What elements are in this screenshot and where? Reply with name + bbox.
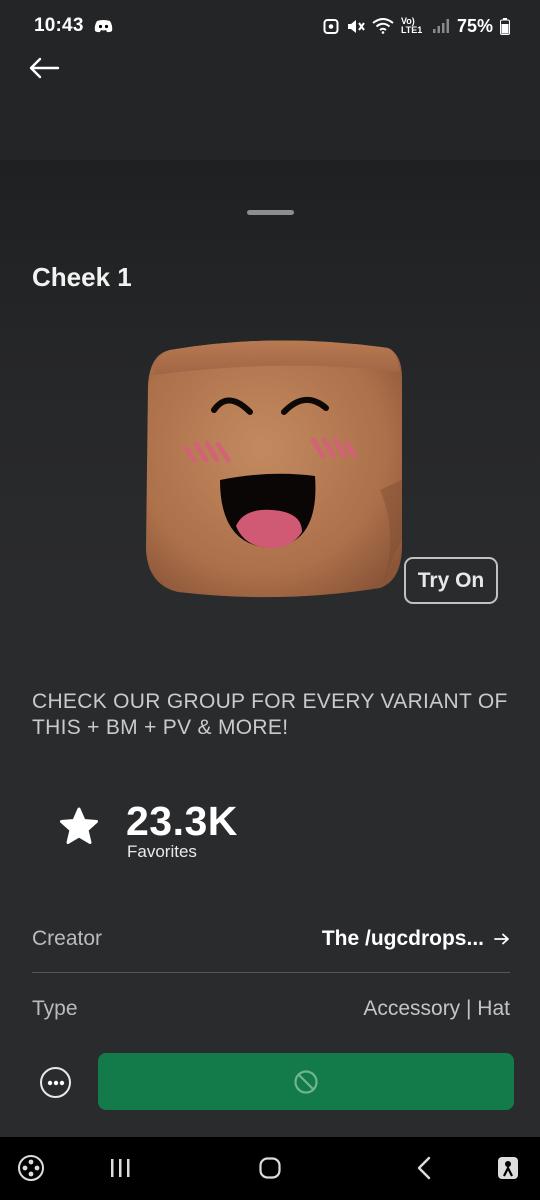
favorites-label: Favorites [127, 842, 197, 861]
details-divider [32, 972, 510, 973]
star-icon[interactable] [58, 806, 100, 846]
back-button[interactable] [26, 52, 62, 84]
item-preview-image[interactable] [140, 330, 410, 605]
home-icon[interactable] [256, 1153, 284, 1183]
item-description: CHECK OUR GROUP FOR EVERY VARIANT OF THI… [32, 690, 508, 739]
system-nav-bar [0, 1137, 540, 1200]
unavailable-icon [294, 1069, 318, 1094]
try-on-button[interactable]: Try On [404, 557, 498, 604]
more-icon [47, 1080, 64, 1085]
status-bar: 10:43 Vo) LTE1 75% [0, 0, 540, 52]
battery-percent: 75% [456, 15, 493, 36]
type-row: Type Accessory | Hat [32, 994, 510, 1024]
creator-label: Creator [32, 927, 103, 950]
type-label: Type [32, 997, 78, 1020]
creator-row[interactable]: Creator The /ugcdrops... [32, 924, 510, 954]
wifi-icon [372, 18, 394, 34]
signal-icon [432, 18, 450, 34]
discord-icon [94, 19, 113, 33]
buy-button[interactable] [98, 1053, 514, 1110]
creator-name: The /ugcdrops... [321, 927, 484, 950]
creator-link[interactable]: The /ugcdrops... [322, 927, 510, 951]
mute-icon [346, 18, 365, 35]
more-options-button[interactable] [40, 1067, 71, 1098]
accessibility-icon[interactable] [494, 1153, 524, 1183]
arrow-left-icon [29, 57, 60, 79]
back-icon[interactable] [410, 1153, 438, 1183]
item-title: Cheek 1 [32, 262, 132, 292]
alarm-icon [323, 17, 339, 35]
arrow-right-icon [494, 933, 509, 945]
status-time: 10:43 [34, 15, 84, 36]
battery-icon [500, 17, 510, 35]
type-value: Accessory | Hat [363, 997, 510, 1020]
network-label: Vo) LTE1 [400, 16, 423, 35]
game-launcher-icon[interactable] [16, 1153, 46, 1183]
favorites-count: 23.3K [126, 798, 238, 844]
recent-apps-icon[interactable] [106, 1153, 134, 1183]
sheet-drag-handle[interactable] [247, 210, 294, 215]
item-details-sheet [0, 160, 540, 1140]
